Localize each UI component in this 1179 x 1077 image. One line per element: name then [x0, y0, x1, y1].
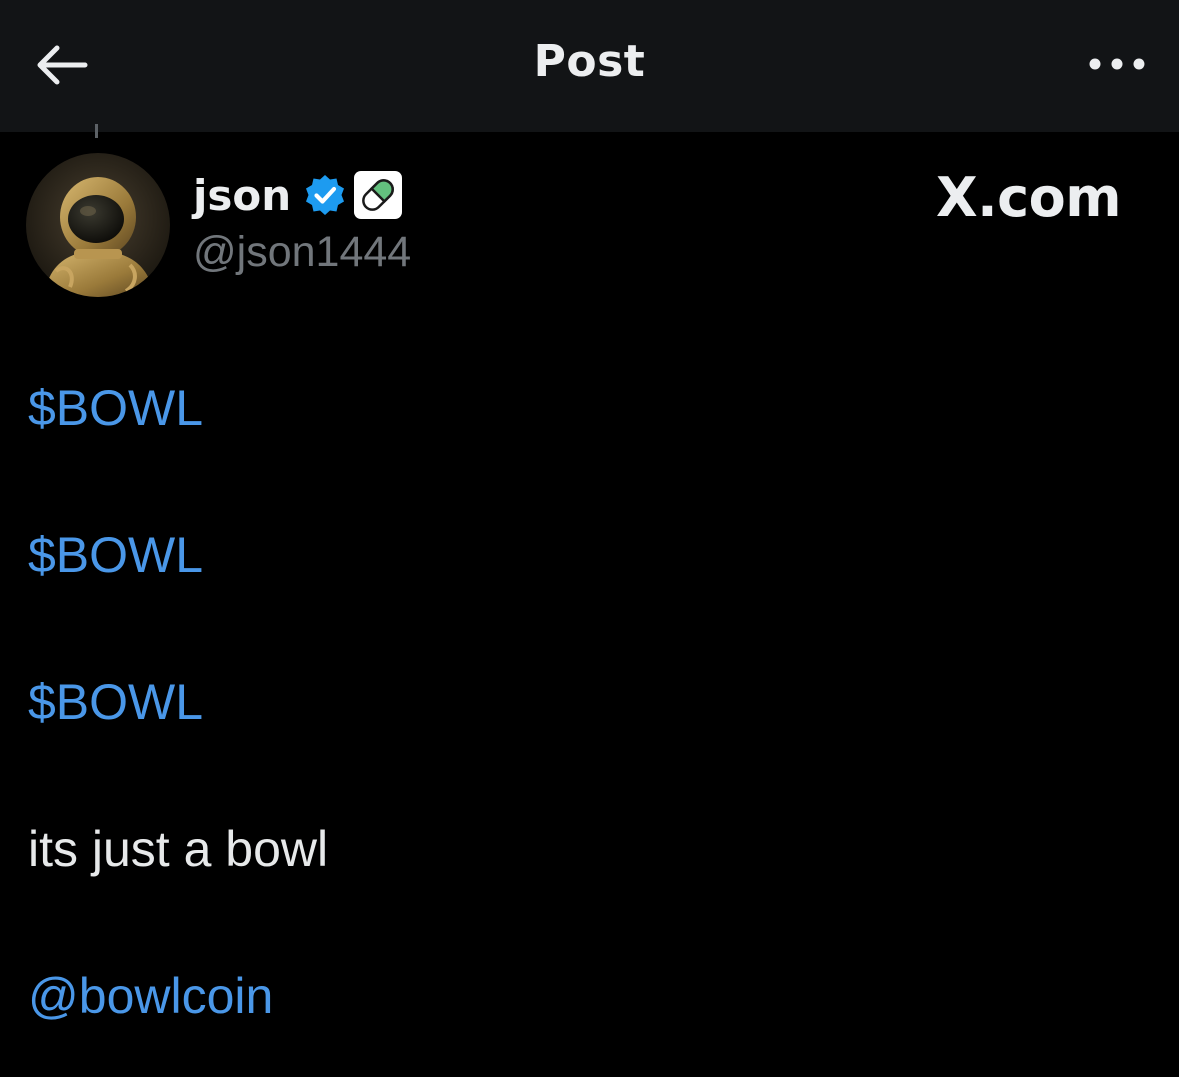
x-com-watermark: X.com	[935, 166, 1122, 229]
more-options-button[interactable]	[1085, 46, 1149, 86]
thread-connector-line	[95, 124, 98, 138]
cashtag-link[interactable]: $BOWL	[28, 378, 203, 438]
more-horizontal-icon	[1088, 57, 1146, 76]
author-handle[interactable]: @json1444	[193, 228, 411, 277]
cashtag-link[interactable]: $BOWL	[28, 672, 203, 732]
top-navigation-bar: Post	[0, 0, 1179, 132]
post-screen: Post json @json1444 X.com $BOWL $BOWL $B…	[0, 0, 1179, 1077]
avatar[interactable]	[26, 153, 170, 297]
post-text-line: its just a bowl	[28, 821, 329, 877]
pill-emoji-icon	[353, 170, 403, 220]
page-title: Post	[533, 36, 646, 87]
verified-badge-icon[interactable]	[303, 173, 347, 217]
mention-link[interactable]: @bowlcoin	[28, 966, 273, 1026]
author-name-row: json	[193, 166, 403, 224]
astronaut-portrait-icon	[26, 153, 170, 297]
author-display-name[interactable]: json	[193, 171, 291, 220]
cashtag-link[interactable]: $BOWL	[28, 525, 203, 585]
